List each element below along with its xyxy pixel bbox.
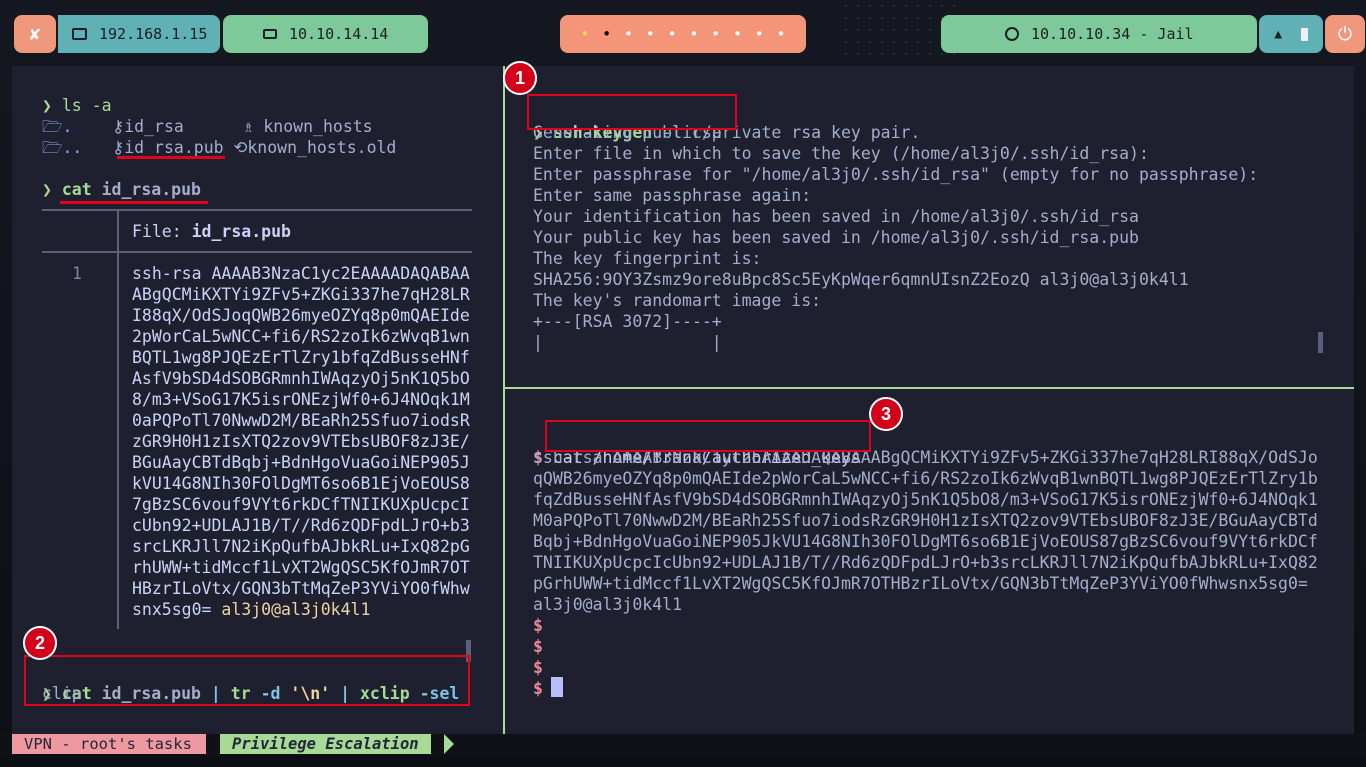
keylines-line: srcLKRJll7N2iKpQufbAJbkRLu+IxQ82pG bbox=[132, 537, 470, 556]
keylines-line: ABgQCMiKXTYi9ZFv5+ZKGi337he7qH28LR bbox=[132, 285, 470, 304]
underline-id-rsa-pub bbox=[117, 156, 225, 159]
akout-line: qQWB26myeOZYq8p0mQAEIde2pWorCaL5wNCC+fi6… bbox=[533, 469, 1318, 488]
step-badge-2: 2 bbox=[23, 626, 57, 660]
keylines-line: cUbn92+UDLAJ1B/T//Rd6zQDFpdLJrO+b3 bbox=[132, 516, 470, 535]
workspace-7[interactable]: • bbox=[711, 25, 720, 43]
highlight-cat-authorized-keys bbox=[545, 420, 871, 452]
workspace-5[interactable]: • bbox=[668, 25, 677, 43]
kali-dragon-icon: ✘ bbox=[29, 23, 41, 45]
akout-line: al3j0@al3j0k4l1 bbox=[533, 595, 683, 614]
workspace-10[interactable]: • bbox=[777, 25, 786, 43]
workspace-2[interactable]: • bbox=[602, 25, 611, 43]
keylines-line: BGuAayCBTdBqbj+BdnHgoVuaGoiNEP905J bbox=[132, 453, 470, 472]
keygenout-line: SHA256:9OY3Zsmz9ore8uBpc8Sc5EyKpWqer6qmn… bbox=[533, 270, 1189, 289]
ls-command-line: ❯ ls -a bbox=[42, 96, 112, 115]
target-text: 10.10.10.34 - Jail bbox=[1031, 25, 1194, 43]
tmux-window-tab[interactable]: Privilege Escalation bbox=[220, 734, 431, 754]
keygenout-line: Your public key has been saved in /home/… bbox=[533, 228, 1139, 247]
key-user-suffix: al3j0@al3j0k4l1 bbox=[221, 600, 371, 619]
step-badge-1: 1 bbox=[503, 61, 537, 95]
highlight-xclip-command bbox=[24, 655, 470, 706]
bat-line-number: 1 bbox=[72, 264, 82, 283]
ls-row-2: 🗁.. ⚷id_rsa.pub ⟲known_hosts.old bbox=[42, 138, 397, 157]
local-ip-text: 192.168.1.15 bbox=[99, 25, 208, 43]
prompt-3: $ bbox=[533, 658, 543, 677]
right-top-scrollbar[interactable] bbox=[1318, 332, 1323, 353]
keylines-line: snx5sg0= al3j0@al3j0k4l1 bbox=[132, 600, 371, 619]
keygenout-line: The key's randomart image is: bbox=[533, 291, 822, 310]
highlight-ssh-keygen bbox=[527, 94, 737, 130]
launcher-button[interactable]: ✘ bbox=[14, 15, 56, 53]
terminal-cursor bbox=[551, 677, 563, 697]
tmux-session-tab[interactable]: VPN - root's tasks bbox=[12, 734, 206, 754]
keylines-line: 2pWorCaL5wNCC+fi6/RS2zoIk6zWvqB1wn bbox=[132, 327, 470, 346]
keygenout-line: The key fingerprint is: bbox=[533, 249, 762, 268]
keylines-line: rhUWW+tidMccf1LvXT2WgQSC5KfOJmR7OT bbox=[132, 558, 470, 577]
power-icon[interactable]: ⏻ bbox=[1338, 24, 1352, 45]
local-ip-widget: 192.168.1.15 bbox=[58, 15, 220, 53]
keylines-line: I88qX/OdSJoqQWB26myeOZYq8p0mQAEIde bbox=[132, 306, 470, 325]
keylines-line: ssh-rsa AAAAB3NzaC1yc2EAAAADAQABAA bbox=[132, 264, 470, 283]
target-widget: 10.10.10.34 - Jail bbox=[941, 15, 1257, 53]
keylines-line: HBzrILoVtx/GQN3bTtMqZeP3YViYO0fWhw bbox=[132, 579, 470, 598]
bat-top-rule bbox=[42, 209, 472, 211]
volume-icon[interactable]: ▲ bbox=[1274, 27, 1282, 42]
window-tab-arrow bbox=[444, 734, 454, 754]
vpn-ip-widget: 10.10.14.14 bbox=[223, 15, 428, 53]
ls-row-1: 🗁. ⚷id_rsa ♗ known_hosts bbox=[42, 117, 373, 136]
bat-file-header: File: id_rsa.pub bbox=[132, 222, 291, 241]
keygenout-line: Enter passphrase for "/home/al3j0/.ssh/i… bbox=[533, 165, 1259, 184]
laptop-icon bbox=[263, 29, 277, 39]
window-name: Privilege Escalation bbox=[232, 735, 419, 753]
akout-line: Bqbj+BdnHgoVuaGoiNEP905JkVU14G8NIh30FOlD… bbox=[533, 532, 1318, 551]
system-tray[interactable]: ▲ bbox=[1259, 15, 1323, 53]
bat-vertical-rule bbox=[117, 209, 119, 629]
workspace-9[interactable]: • bbox=[755, 25, 764, 43]
workspace-1[interactable]: • bbox=[580, 25, 589, 43]
prompt-2: $ bbox=[533, 637, 543, 656]
session-name: VPN - root's tasks bbox=[24, 735, 192, 753]
keylines-line: kVU14G8NIh30FOlDgMT6so6B1EjVoEOUS8 bbox=[132, 474, 470, 493]
akout-line: TNIIKUXpUcpcIcUbn92+UDLAJ1B/T//Rd6zQDFpd… bbox=[533, 553, 1318, 572]
workspace-switcher[interactable]: • • • • • • • • • • bbox=[560, 15, 806, 53]
bat-mid-rule bbox=[42, 251, 472, 253]
keygenout-line: Your identification has been saved in /h… bbox=[533, 207, 1139, 226]
keygenout-line: Enter file in which to save the key (/ho… bbox=[533, 144, 1149, 163]
keylines-line: 8/m3+VSoG17K5isrONEzjWf0+6J4NOqk1M bbox=[132, 390, 470, 409]
workspace-4[interactable]: • bbox=[646, 25, 655, 43]
workspace-6[interactable]: • bbox=[689, 25, 698, 43]
akout-line: M0aPQPoTl70NwwD2M/BEaRh25Sfuo7iodsRzGR9H… bbox=[533, 511, 1318, 530]
keygenout-line: Enter same passphrase again: bbox=[533, 186, 812, 205]
crosshair-icon bbox=[1005, 27, 1019, 41]
keylines-line: zGR9H0H1zIsXTQ2zov9VTEbsUBOF8zJ3E/ bbox=[132, 432, 470, 451]
step-badge-3: 3 bbox=[869, 397, 903, 431]
keylines-line: AsfV9bSD4dSOBGRmnhIWAqzyOj5nK1Q5bO bbox=[132, 369, 470, 388]
keygenout-line: | | bbox=[533, 333, 722, 352]
prompt-4: $ bbox=[533, 679, 543, 698]
monitor-icon bbox=[72, 28, 87, 40]
cat-command-line: ❯ cat id_rsa.pub bbox=[42, 180, 201, 199]
akout-line: pGrhUWW+tidMccf1LvXT2WgQSC5KfOJmR7OTHBzr… bbox=[533, 574, 1308, 593]
workspace-3[interactable]: • bbox=[624, 25, 633, 43]
prompt-1: $ bbox=[533, 616, 543, 635]
underline-cat-cmd bbox=[60, 201, 208, 204]
keylines-line: 7gBzSC6vouf9VYt6rkDCfTNIIKUXpUcpcI bbox=[132, 495, 470, 514]
battery-icon bbox=[1300, 27, 1308, 41]
vpn-ip-text: 10.10.14.14 bbox=[289, 25, 389, 43]
keylines-line: BQTL1wg8PJQEzErTlZry1bfqZdBusseHNf bbox=[132, 348, 470, 367]
workspace-8[interactable]: • bbox=[733, 25, 742, 43]
keygenout-line: +---[RSA 3072]----+ bbox=[533, 312, 722, 331]
akout-line: fqZdBusseHNfAsfV9bSD4dSOBGRmnhIWAqzyOj5n… bbox=[533, 490, 1318, 509]
power-button[interactable]: ⏻ bbox=[1325, 15, 1365, 53]
keylines-line: 0aPQPoTl70NwwD2M/BEaRh25Sfuo7iodsR bbox=[132, 411, 470, 430]
